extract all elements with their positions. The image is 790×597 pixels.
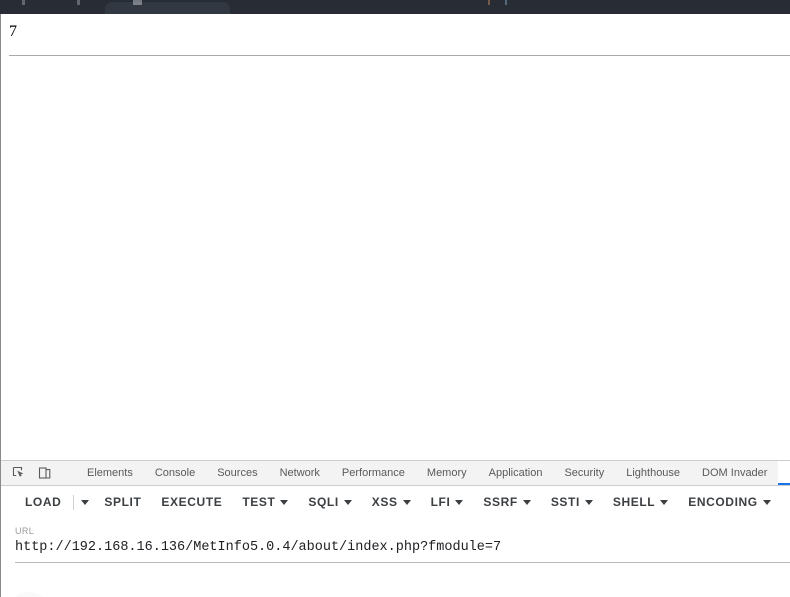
hackbar-toolbar: LOAD SPLIT EXECUTE TEST SQLI XSS LFI SSR… <box>1 486 790 519</box>
shell-button-label: SHELL <box>612 495 656 509</box>
screenshot-root: 7 Elements Console Sources Network Perfo… <box>0 0 790 597</box>
lfi-button[interactable]: LFI <box>421 491 474 513</box>
hackbar-next-row-cutoff <box>2 589 790 597</box>
chrome-glyph <box>488 0 490 5</box>
tab-sources[interactable]: Sources <box>206 461 268 485</box>
ssrf-button[interactable]: SSRF <box>473 491 540 513</box>
encoding-button-label: ENCODING <box>688 495 758 509</box>
test-button-label: TEST <box>242 495 276 509</box>
chevron-down-icon <box>660 499 669 505</box>
browser-tab[interactable] <box>105 2 230 14</box>
tab-lighthouse[interactable]: Lighthouse <box>615 461 691 485</box>
sqli-button-label: SQLI <box>308 495 339 509</box>
tab-memory[interactable]: Memory <box>416 461 478 485</box>
chrome-glyph <box>22 0 25 5</box>
load-button-group: LOAD <box>15 491 94 513</box>
chrome-glyph <box>505 0 507 5</box>
tab-network[interactable]: Network <box>269 461 331 485</box>
page-output-text: 7 <box>9 23 17 40</box>
chrome-glyph <box>133 0 142 5</box>
devtools-panel: Elements Console Sources Network Perform… <box>0 460 790 597</box>
post-data-checkbox[interactable] <box>16 592 42 597</box>
url-field-group: URL <box>1 519 790 563</box>
page-content: 7 <box>1 14 790 41</box>
tab-dom-invader[interactable]: DOM Invader <box>691 461 778 485</box>
devtools-tool-icons <box>1 461 76 485</box>
page-horizontal-rule <box>9 55 790 56</box>
ssti-button[interactable]: SSTI <box>541 491 603 513</box>
device-toolbar-icon[interactable] <box>35 464 55 482</box>
inspect-element-icon[interactable] <box>9 464 29 482</box>
tab-elements[interactable]: Elements <box>76 461 144 485</box>
chevron-down-icon <box>343 499 352 505</box>
chevron-down-icon <box>81 499 90 505</box>
chevron-down-icon <box>280 499 289 505</box>
split-button[interactable]: SPLIT <box>94 491 151 513</box>
execute-button[interactable]: EXECUTE <box>151 491 232 513</box>
tab-hackbar[interactable]: HackBar <box>778 461 790 485</box>
devtools-tab-list: Elements Console Sources Network Perform… <box>76 461 790 485</box>
load-divider <box>73 494 75 510</box>
xss-button-label: XSS <box>371 495 398 509</box>
browser-chrome-strip <box>0 0 790 14</box>
url-field-label: URL <box>15 526 35 536</box>
shell-button[interactable]: SHELL <box>603 491 678 513</box>
ssti-button-label: SSTI <box>550 495 580 509</box>
chevron-down-icon <box>522 499 531 505</box>
page-viewport: 7 <box>0 14 790 460</box>
load-dropdown-button[interactable] <box>76 496 94 509</box>
tab-console[interactable]: Console <box>144 461 206 485</box>
encoding-button[interactable]: ENCODING <box>678 491 780 513</box>
tab-security[interactable]: Security <box>553 461 615 485</box>
tab-performance[interactable]: Performance <box>331 461 416 485</box>
test-button[interactable]: TEST <box>232 491 298 513</box>
chevron-down-icon <box>402 499 411 505</box>
chevron-down-icon <box>584 499 593 505</box>
tab-application[interactable]: Application <box>478 461 554 485</box>
chevron-down-icon <box>455 499 464 505</box>
chevron-down-icon <box>762 499 771 505</box>
chrome-glyph <box>77 0 80 5</box>
xss-button[interactable]: XSS <box>362 491 421 513</box>
devtools-tabbar: Elements Console Sources Network Perform… <box>1 460 790 486</box>
ssrf-button-label: SSRF <box>483 495 518 509</box>
url-input[interactable] <box>15 539 790 563</box>
load-button[interactable]: LOAD <box>15 491 71 513</box>
sqli-button[interactable]: SQLI <box>298 491 361 513</box>
lfi-button-label: LFI <box>430 495 451 509</box>
